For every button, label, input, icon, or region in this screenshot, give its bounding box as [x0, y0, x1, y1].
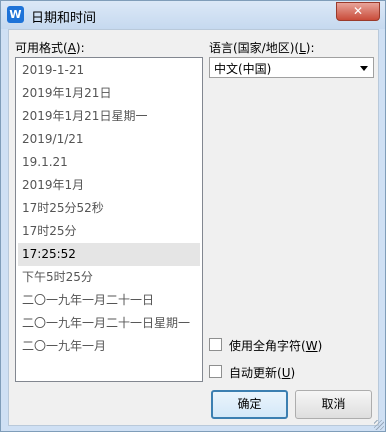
resize-grip[interactable]	[374, 420, 384, 430]
formats-label: 可用格式(A):	[15, 41, 85, 55]
ok-button[interactable]: 确定	[211, 390, 288, 419]
format-list-item[interactable]: 下午5时25分	[18, 266, 200, 289]
autoupdate-label[interactable]: 自动更新(U)	[229, 364, 295, 381]
format-list-item[interactable]: 2019年1月21日	[18, 82, 200, 105]
cancel-button[interactable]: 取消	[295, 390, 372, 419]
dropdown-arrow-icon[interactable]	[360, 66, 368, 71]
formats-listbox[interactable]: 2019-1-21 2019年1月21日 2019年1月21日星期一 2019/1/2…	[15, 57, 203, 382]
fullwidth-checkbox[interactable]	[209, 338, 222, 351]
language-dropdown[interactable]: 中文(中国)	[209, 57, 374, 78]
format-list-item[interactable]: 二〇一九年一月	[18, 335, 200, 358]
format-list-item[interactable]: 2019/1/21	[18, 128, 200, 151]
close-button[interactable]: ✕	[336, 2, 380, 21]
dialog-title: 日期和时间	[31, 11, 97, 26]
format-list-item[interactable]: 17:25:52	[18, 243, 200, 266]
format-list-item[interactable]: 17时25分52秒	[18, 197, 200, 220]
format-list-item[interactable]: 2019-1-21	[18, 59, 200, 82]
date-time-dialog: W 日期和时间 ✕ 可用格式(A): 2019-1-21 2019年1月21日 20…	[0, 0, 386, 432]
format-list-item[interactable]: 19.1.21	[18, 151, 200, 174]
title-bar[interactable]: W 日期和时间 ✕	[1, 1, 385, 29]
formats-list: 2019-1-21 2019年1月21日 2019年1月21日星期一 2019/1/2…	[16, 59, 202, 358]
format-list-item[interactable]: 17时25分	[18, 220, 200, 243]
format-list-item[interactable]: 2019年1月	[18, 174, 200, 197]
dialog-body: 可用格式(A): 2019-1-21 2019年1月21日 2019年1月21日星期…	[8, 29, 379, 426]
autoupdate-checkbox[interactable]	[209, 365, 222, 378]
language-label: 语言(国家/地区)(L):	[209, 41, 315, 55]
format-list-item[interactable]: 2019年1月21日星期一	[18, 105, 200, 128]
format-list-item[interactable]: 二〇一九年一月二十一日	[18, 289, 200, 312]
wps-writer-icon: W	[7, 6, 24, 23]
fullwidth-label[interactable]: 使用全角字符(W)	[229, 337, 322, 354]
format-list-item[interactable]: 二〇一九年一月二十一日星期一	[18, 312, 200, 335]
language-value: 中文(中国)	[214, 62, 272, 76]
